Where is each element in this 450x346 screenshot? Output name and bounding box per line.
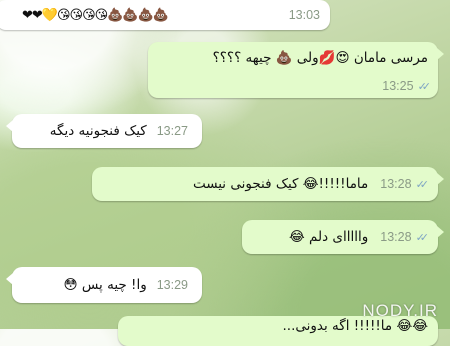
message-text: وااااای دلم 😂 <box>288 229 369 245</box>
read-receipt-icon: ✓✓ <box>415 230 430 244</box>
message-bubble-incoming[interactable]: کیک فنجونیه دیگه 13:27 <box>6 114 202 148</box>
message-time: 13:25 <box>382 79 414 93</box>
message-text: مرسی مامان 😍💋ولی 💩 چیهه ؟؟؟؟ <box>212 50 428 66</box>
message-time: 13:28 <box>380 230 412 244</box>
message-bubble-incoming[interactable]: ❤❤💛😘😘😘😘💩💩💩💩 13:03 <box>0 0 330 30</box>
message-time: 13:27 <box>156 124 188 138</box>
message-bubble-outgoing[interactable]: مرسی مامان 😍💋ولی 💩 چیهه ؟؟؟؟ 13:25 ✓✓ <box>148 42 444 98</box>
read-receipt-icon: ✓✓ <box>415 177 430 191</box>
message-text: ❤❤💛😘😘😘😘💩💩💩💩 <box>22 7 169 23</box>
message-bubble-incoming[interactable]: وا! چیه پس 😳 13:29 <box>6 267 202 303</box>
message-text: ماما!!!!!😂 کیک فنجونی نیست <box>192 176 369 192</box>
message-bubble-outgoing[interactable]: وااااای دلم 😂 13:28 ✓✓ <box>242 220 444 254</box>
message-text: کیک فنجونیه دیگه <box>49 123 147 139</box>
message-text: وا! چیه پس 😳 <box>63 277 147 293</box>
message-bubble-outgoing[interactable]: ماما!!!!!😂 کیک فنجونی نیست 13:28 ✓✓ <box>92 167 444 201</box>
chat-area: ❤❤💛😘😘😘😘💩💩💩💩 13:03 مرسی مامان 😍💋ولی 💩 چیه… <box>0 0 450 346</box>
message-time: 13:28 <box>380 177 412 191</box>
read-receipt-icon: ✓✓ <box>417 79 432 93</box>
message-time: 13:29 <box>156 278 188 292</box>
message-time: 13:03 <box>288 8 320 22</box>
watermark-text: NODY.IR <box>362 301 438 320</box>
